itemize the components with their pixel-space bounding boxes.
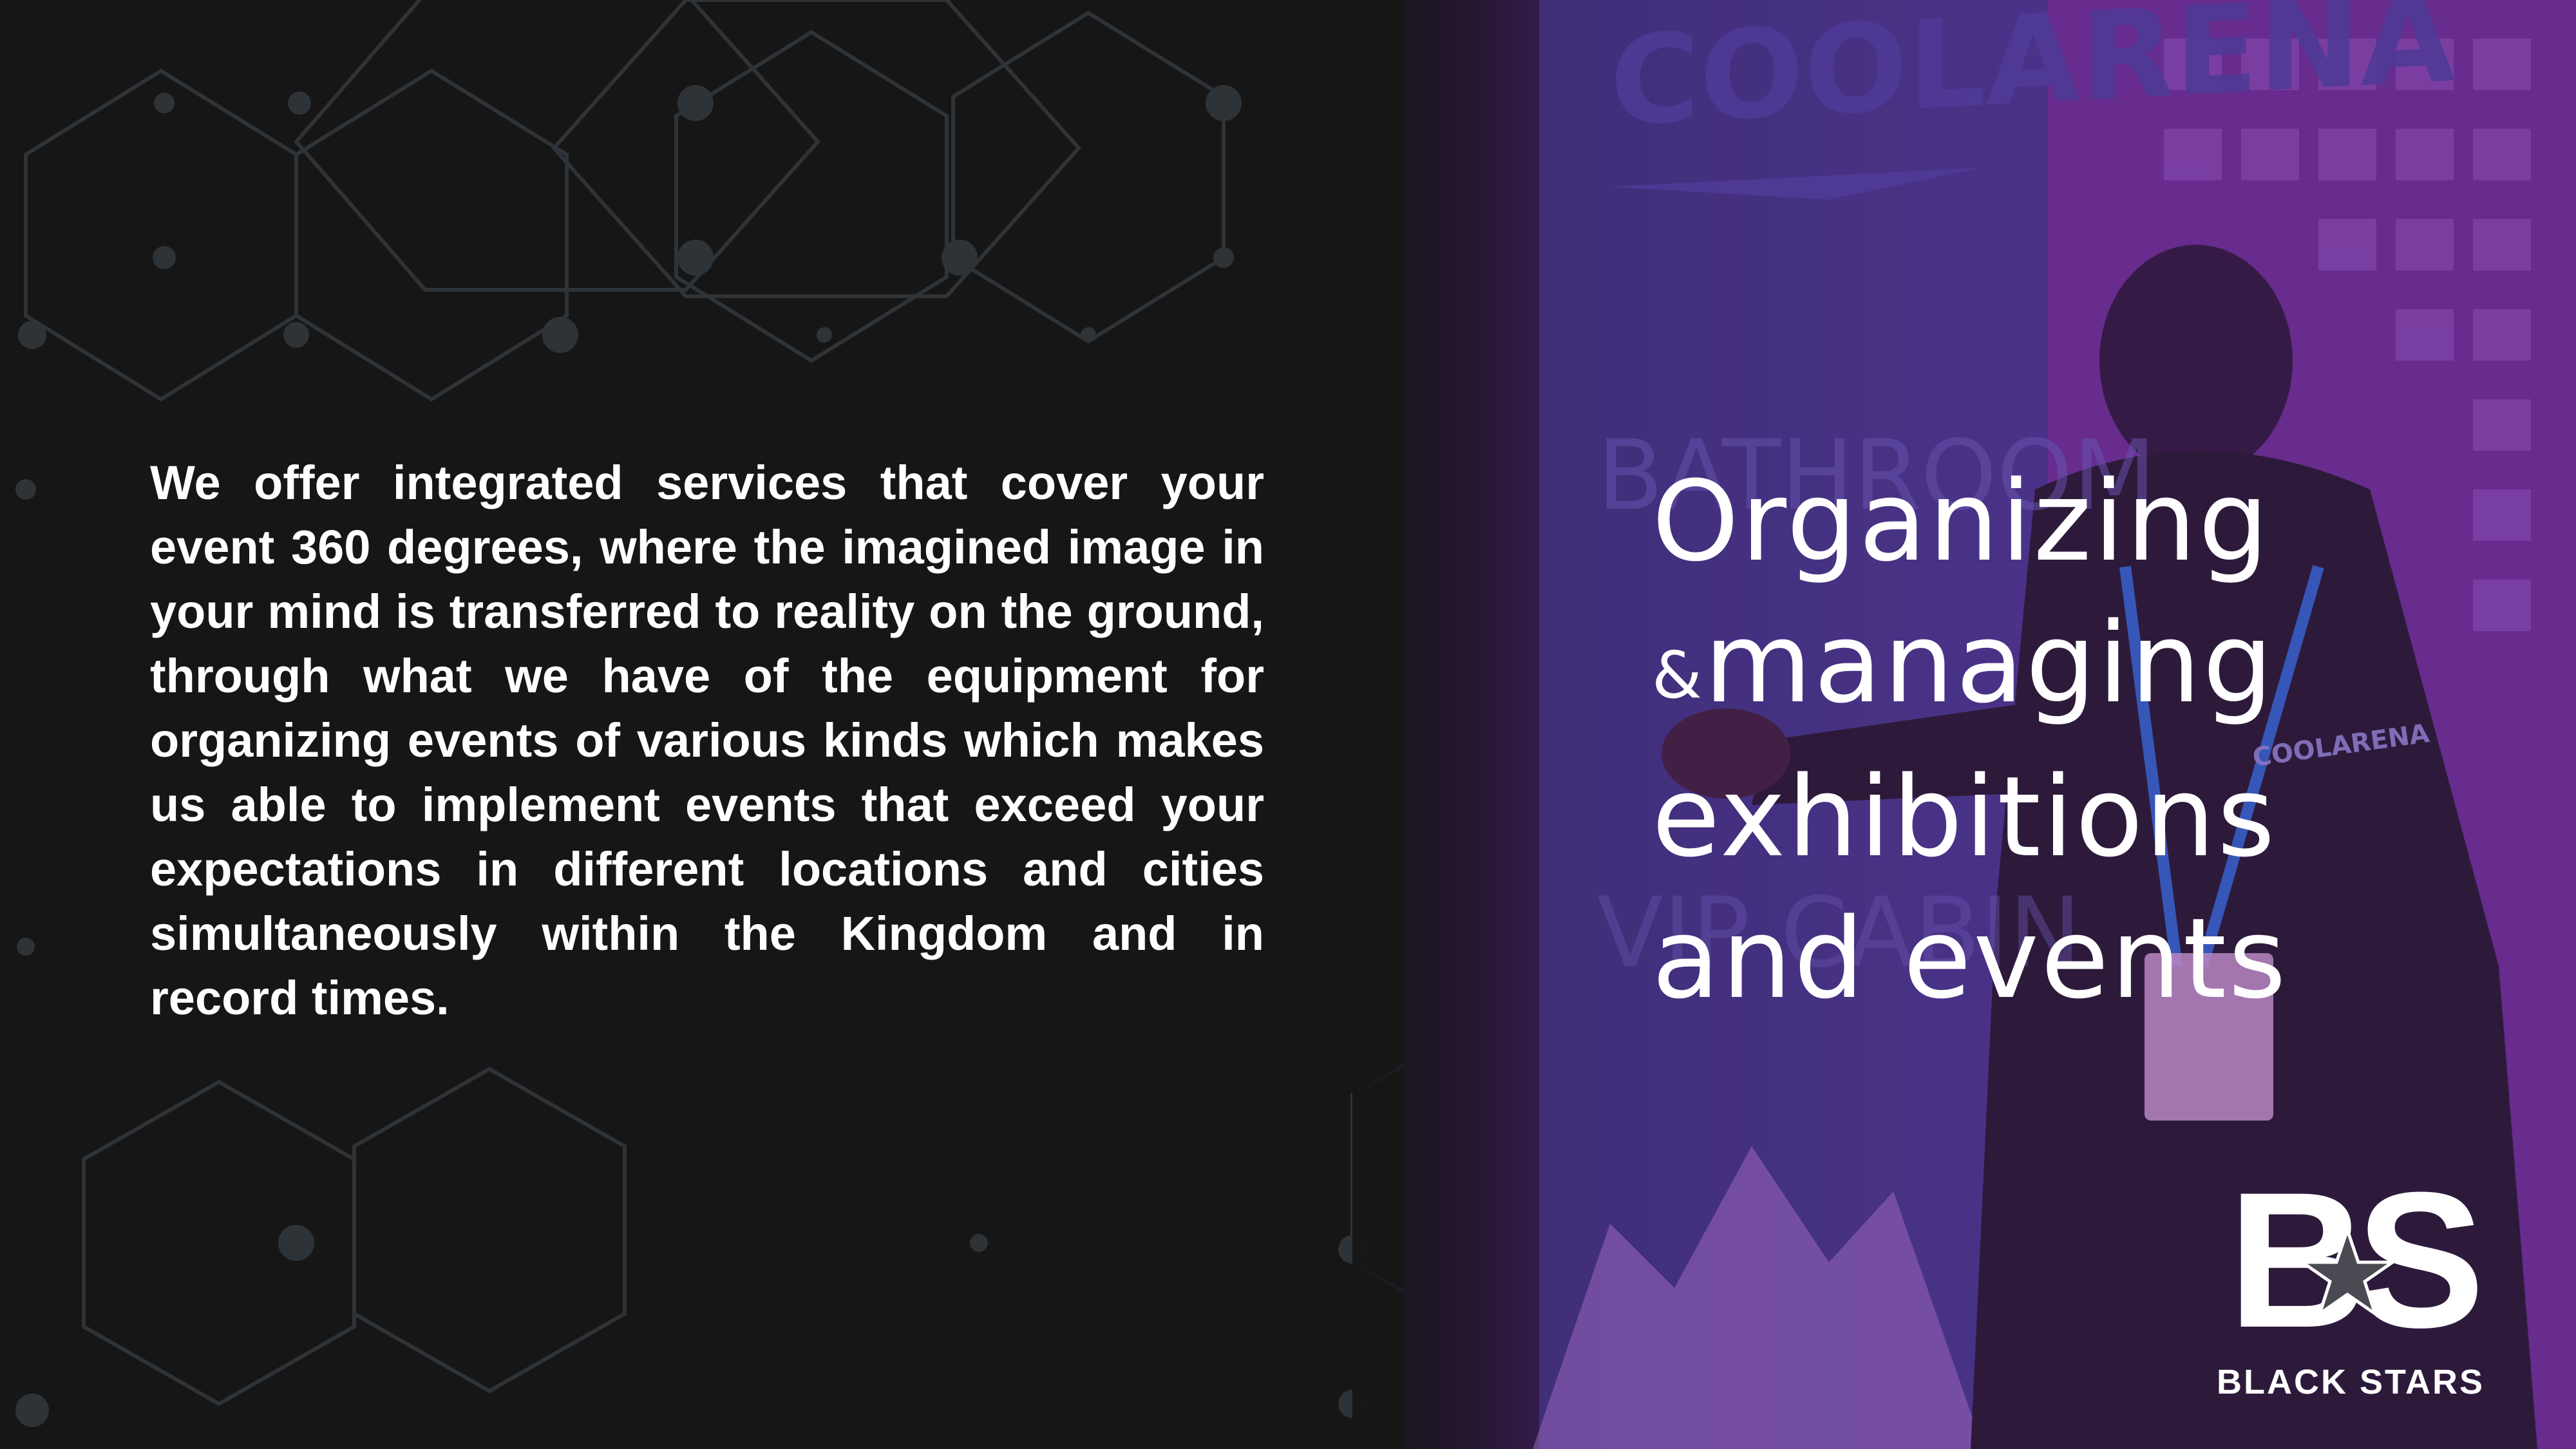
brand-name: BLACK STARS	[2217, 1363, 2485, 1401]
black-stars-logo: BS BLACK STARS	[2215, 1169, 2486, 1414]
headline-ampersand: &	[1652, 638, 1704, 713]
bs-monogram-icon: BS	[2228, 1169, 2486, 1349]
intro-paragraph: We offer integrated services that cover …	[150, 456, 1264, 1025]
headline: Organizing &managing exhibitions and eve…	[1652, 451, 2425, 1030]
headline-line-2: &managing	[1652, 592, 2425, 746]
headline-line-1: Organizing	[1652, 457, 2271, 586]
slide: COOLARENA BATHROOM VIP CABIN COOLARENA W…	[0, 0, 2576, 1449]
headline-line-2-text: managing	[1703, 598, 2275, 728]
photo-edge-fade	[1352, 0, 1546, 1449]
headline-line-4: and events	[1652, 894, 2288, 1023]
headline-line-3: exhibitions	[1652, 752, 2277, 882]
